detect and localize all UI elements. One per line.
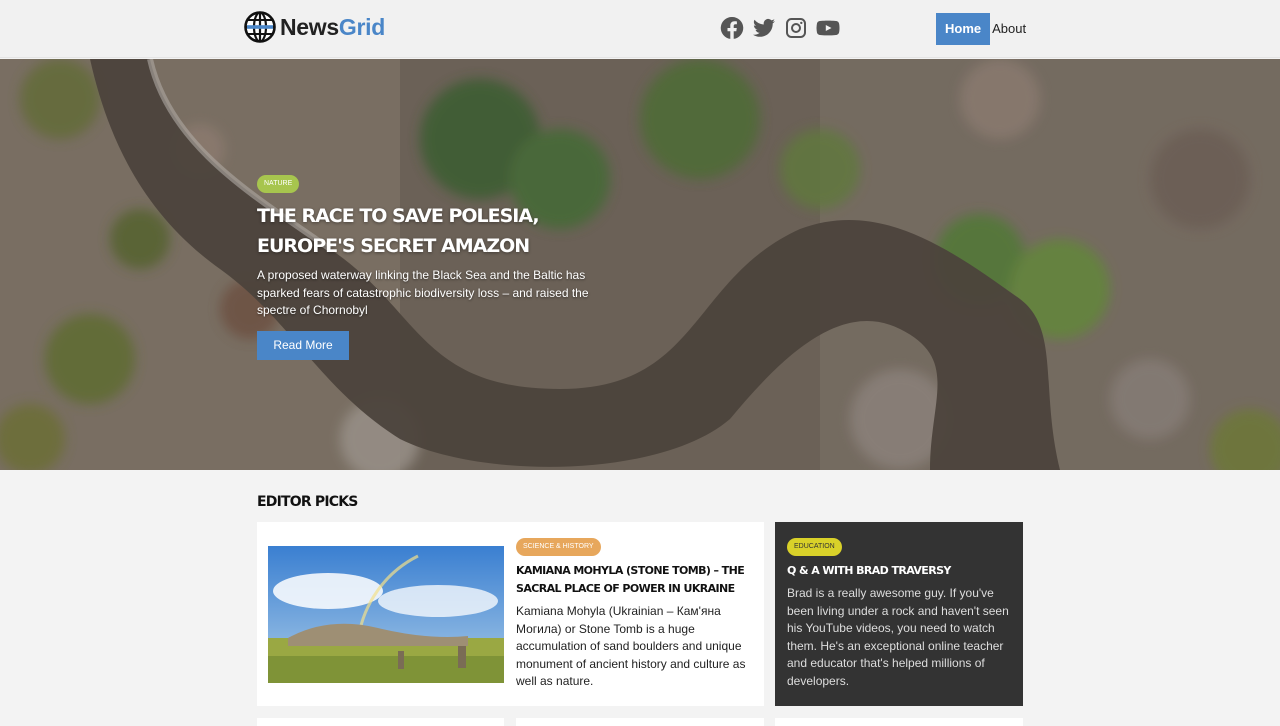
site-header: NewsGrid Home About xyxy=(0,0,1280,58)
facebook-icon[interactable] xyxy=(720,16,744,40)
social-links xyxy=(720,16,840,40)
hero-showcase: Nature The Race to Save Polesia, Europe'… xyxy=(0,59,1280,470)
read-more-button[interactable]: Read More xyxy=(257,330,349,360)
nav-home-link[interactable]: Home xyxy=(936,13,991,45)
editor-pick-side-title[interactable]: Q & A with Brad Traversy xyxy=(787,562,1015,580)
logo-text-part1: News xyxy=(280,13,339,40)
hero-content: Nature The Race to Save Polesia, Europe'… xyxy=(257,172,637,360)
hero-title: The Race to Save Polesia, Europe's Secre… xyxy=(257,205,540,257)
science-history-badge[interactable]: Science & History xyxy=(516,538,601,556)
next-card-stub-2 xyxy=(516,718,764,726)
editor-pick-main-text: Kamiana Mohyla (Ukrainian – Кам'яна Моги… xyxy=(516,604,746,688)
globe-icon xyxy=(244,11,276,43)
editor-pick-card-main: Science & History Kamiana Mohyla (Stone … xyxy=(257,522,764,706)
nav-about-link[interactable]: About xyxy=(990,13,1026,45)
hero-text: A proposed waterway linking the Black Se… xyxy=(257,268,589,317)
editor-pick-side-body: Education Q & A with Brad Traversy Brad … xyxy=(787,535,1015,690)
editor-picks-heading: Editor Picks xyxy=(257,494,358,510)
twitter-icon[interactable] xyxy=(752,16,776,40)
education-badge[interactable]: Education xyxy=(787,538,842,556)
instagram-icon[interactable] xyxy=(784,16,808,40)
main-nav: Home About xyxy=(936,13,1026,45)
stone-tomb-image[interactable] xyxy=(268,546,504,683)
logo-text: NewsGrid xyxy=(280,14,385,41)
editor-pick-card-side: Education Q & A with Brad Traversy Brad … xyxy=(775,522,1023,706)
next-card-stub-3 xyxy=(775,718,1023,726)
hero-background-image xyxy=(0,59,1280,470)
editor-pick-main-title[interactable]: Kamiana Mohyla (Stone Tomb) – The Sacral… xyxy=(516,562,752,598)
youtube-icon[interactable] xyxy=(816,16,840,40)
logo[interactable]: NewsGrid xyxy=(244,11,385,43)
logo-text-part2: Grid xyxy=(338,13,385,40)
editor-pick-side-text: Brad is a really awesome guy. If you've … xyxy=(787,586,1009,688)
next-card-stub-1 xyxy=(257,718,504,726)
hero-category-badge[interactable]: Nature xyxy=(257,175,300,193)
editor-pick-main-body: Science & History Kamiana Mohyla (Stone … xyxy=(516,535,752,691)
